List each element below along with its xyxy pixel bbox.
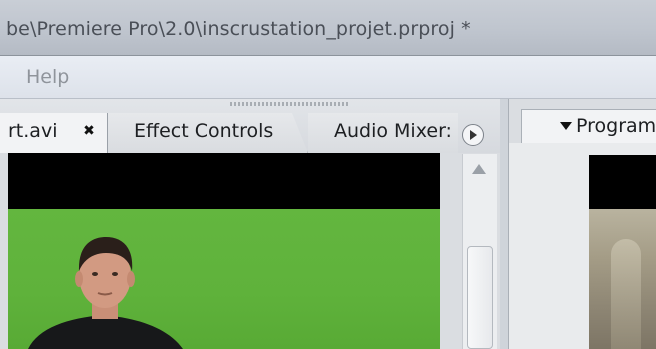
- program-monitor-area: [509, 143, 656, 349]
- source-monitor-panel: Audio Mixer: Effect Controls rt.avi ✖: [0, 99, 500, 349]
- tab-effect-controls[interactable]: Effect Controls: [108, 113, 308, 153]
- tab-audio-mixer[interactable]: Audio Mixer:: [308, 113, 458, 153]
- scroll-up-arrow-icon[interactable]: [472, 164, 486, 174]
- vertical-scrollbar[interactable]: [462, 154, 497, 349]
- menu-item-help[interactable]: Help: [26, 66, 69, 88]
- program-video-frame: [589, 155, 656, 349]
- tab-effect-controls-label: Effect Controls: [134, 120, 274, 142]
- close-icon[interactable]: ✖: [80, 122, 98, 140]
- program-scene: [589, 209, 656, 349]
- tab-program[interactable]: Program: [521, 109, 656, 144]
- source-video-frame: [8, 153, 440, 349]
- dropdown-arrow-icon[interactable]: [560, 122, 572, 130]
- panel-drag-grip[interactable]: [230, 102, 350, 106]
- panel-menu-icon[interactable]: [462, 124, 484, 146]
- person-figure: [28, 237, 183, 349]
- scrollbar-thumb[interactable]: [467, 246, 493, 349]
- tab-audio-mixer-label: Audio Mixer:: [334, 120, 452, 142]
- window-titlebar: be\Premiere Pro\2.0\inscrustation_projet…: [0, 0, 656, 56]
- program-monitor-panel: Program: [508, 99, 656, 349]
- menu-bar: Help: [0, 56, 656, 99]
- tab-program-label: Program: [576, 115, 656, 137]
- tab-strip: Audio Mixer: Effect Controls rt.avi ✖: [0, 99, 500, 153]
- tab-source-clip[interactable]: rt.avi ✖: [0, 113, 108, 153]
- window-title: be\Premiere Pro\2.0\inscrustation_projet…: [6, 18, 471, 40]
- tab-source-clip-label: rt.avi: [8, 120, 58, 142]
